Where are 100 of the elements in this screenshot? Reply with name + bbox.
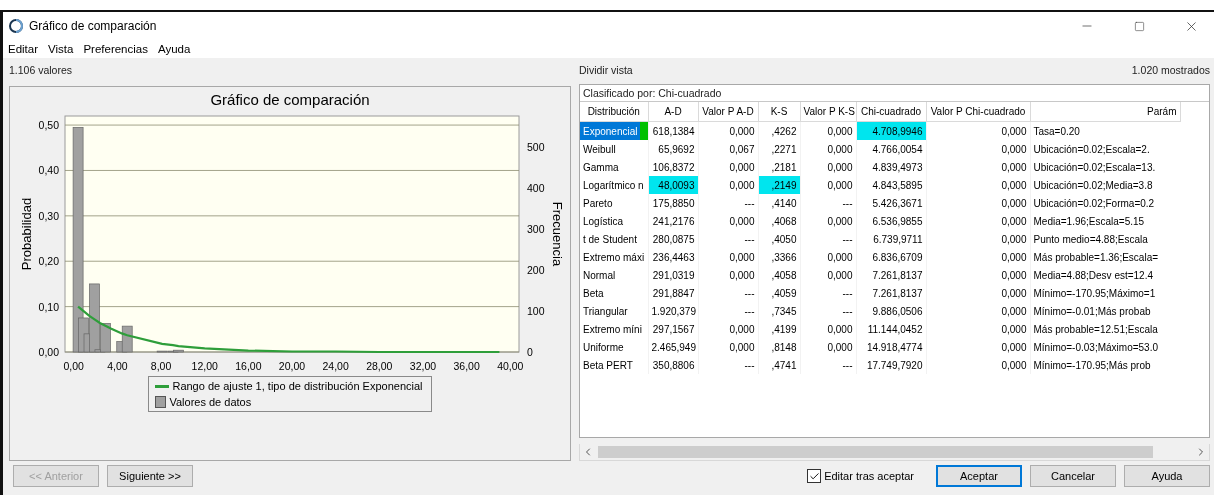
table-cell: 9.886,0506 [856,302,926,320]
distribution-cell[interactable]: Logística [580,212,648,230]
table-cell: 6.836,6709 [856,248,926,266]
y-tick-label: 0,30 [38,209,59,222]
table-cell: 6.739,9711 [856,230,926,248]
table-cell: 0,000 [800,248,856,266]
table-cell: 106,8372 [648,158,698,176]
table-cell: 2.465,949 [648,338,698,356]
table-cell: --- [800,230,856,248]
y2-tick-label: 0 [526,346,533,358]
table-cell: --- [800,284,856,302]
horizontal-scrollbar[interactable] [579,444,1210,461]
table-cell: ,4050 [758,230,800,248]
column-header[interactable]: A-D [648,102,698,122]
table-cell: --- [698,194,758,212]
y-tick-label: 0,40 [38,164,59,177]
distribution-cell[interactable]: Extremo máxi [580,248,648,266]
distribution-cell[interactable]: Beta [580,284,648,302]
y-tick-label: 0,00 [38,346,59,358]
dialog-button[interactable]: Ayuda [1124,465,1210,487]
table-cell: 0,000 [698,176,758,194]
table-cell: ,4199 [758,320,800,338]
column-header[interactable]: Chi-cuadrado [856,102,926,122]
table-cell: 0,000 [800,338,856,356]
menu-item[interactable]: Vista [47,43,75,55]
table-cell: 0,000 [926,158,1030,176]
x-tick-label: 24,00 [322,360,349,372]
table-cell: 297,1567 [648,320,698,338]
column-header[interactable]: Parám [1030,102,1180,122]
column-header[interactable]: Distribución [580,102,648,122]
distribution-cell[interactable]: t de Student [580,230,648,248]
y2-tick-label: 200 [526,263,545,276]
menu-item[interactable]: Preferencias [82,43,149,55]
table-cell: 0,000 [800,140,856,158]
table-cell: 236,4463 [648,248,698,266]
distribution-cell[interactable]: Beta PERT [580,356,648,374]
table-cell: ,2149 [758,176,800,194]
y2-axis-title: Frecuencia [549,201,565,267]
table-cell: 0,000 [926,140,1030,158]
distribution-cell[interactable]: Pareto [580,194,648,212]
distribution-cell[interactable]: Normal [580,266,648,284]
distribution-cell[interactable]: Logarítmico n [580,176,648,194]
table-cell: 0,000 [926,266,1030,284]
x-tick-label: 4,00 [106,360,128,372]
table-cell: 0,000 [926,356,1030,374]
table-cell: 0,000 [926,284,1030,302]
table-cell: 65,9692 [648,140,698,158]
y-tick-label: 0,20 [38,255,59,268]
table-cell: 0,000 [800,320,856,338]
table-cell: 6.536,9855 [856,212,926,230]
table-cell: ,4140 [758,194,800,212]
split-view-label[interactable]: Dividir vista [579,64,633,76]
column-header[interactable]: Valor P Chi-cuadrado [926,102,1030,122]
table-cell: ,4741 [758,356,800,374]
table-cell: --- [698,230,758,248]
x-tick-label: 20,00 [278,360,305,372]
table-cell: ,4059 [758,284,800,302]
menu-item[interactable]: Editar [7,43,40,55]
y-tick-label: 0,50 [38,119,59,132]
shown-count: 1.020 mostrados [1131,64,1210,76]
table-cell: 175,8850 [648,194,698,212]
checkbox[interactable] [807,469,822,483]
distribution-cell[interactable]: Gamma [580,158,648,176]
distribution-cell[interactable]: Extremo míni [580,320,648,338]
x-tick-label: 36,00 [452,360,480,372]
table-cell: 11.144,0452 [856,320,926,338]
table-cell: --- [800,302,856,320]
legend-swatch-icon [155,396,167,408]
table-cell: 0,000 [698,338,758,356]
column-header[interactable]: Valor P A-D [698,102,758,122]
distribution-cell[interactable]: Weibull [580,140,648,158]
next-button[interactable]: Siguiente >> [107,465,193,487]
table-cell: ,4058 [758,266,800,284]
column-header[interactable]: K-S [758,102,800,122]
x-tick-label: 0,00 [63,360,84,372]
table-cell: 291,0319 [648,266,698,284]
table-cell: 14.918,4774 [856,338,926,356]
table-cell: 0,000 [800,158,856,176]
table-cell: 241,2176 [648,212,698,230]
dialog-button[interactable]: Cancelar [1030,465,1116,487]
table-cell: --- [800,194,856,212]
table-cell: 0,000 [698,320,758,338]
y2-tick-label: 300 [526,222,545,235]
distribution-cell[interactable]: Uniforme [580,338,648,356]
window-title: Gráfico de comparación [29,19,158,33]
table-cell: 0,000 [926,320,1030,338]
table-cell: 0,000 [926,212,1030,230]
table-cell: 0,000 [926,194,1030,212]
table-cell: --- [800,356,856,374]
dialog-button[interactable]: Aceptar [936,465,1022,487]
table-cell: 7.261,8137 [856,266,926,284]
table-cell: ,2181 [758,158,800,176]
distribution-cell[interactable]: Triangular [580,302,648,320]
table-cell: ,8148 [758,338,800,356]
maximize-icon[interactable] [1133,20,1145,32]
menu-item[interactable]: Ayuda [156,43,192,55]
table-cell: 0,000 [698,158,758,176]
column-header[interactable]: Valor P K-S [800,102,856,122]
scroll-thumb[interactable] [598,446,1153,458]
x-tick-label: 28,00 [365,360,392,372]
